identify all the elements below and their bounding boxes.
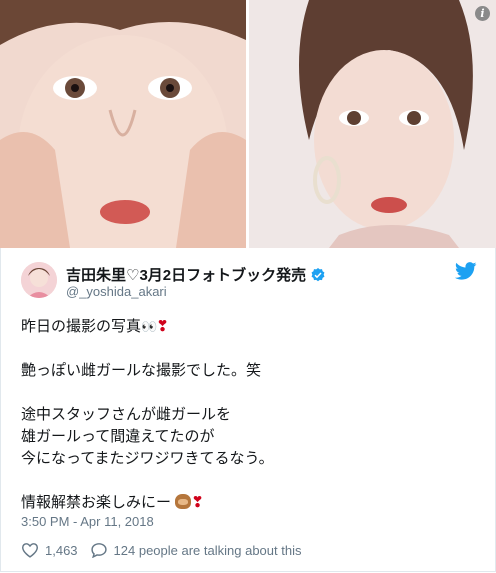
twitter-bird-icon[interactable] [455,262,477,280]
tweet-card: 吉田朱里♡3月2日フォトブック発売 @_yoshida_akari 昨日の撮影の… [0,248,496,572]
display-name-text: 吉田朱里♡3月2日フォトブック発売 [66,267,307,284]
avatar-image [21,262,57,298]
tweet-stats: 1,463 124 people are talking about this [21,542,301,558]
info-icon[interactable]: i [475,6,490,21]
tweet-line-2: 艶っぽい雌ガールな撮影でした。笑 [21,362,262,379]
tweet-line-6: 情報解禁お楽しみにー ❣ [21,492,471,514]
eyes-emoji-icon: 👀 [141,319,157,334]
photo-right[interactable]: i [249,0,496,248]
verified-badge-icon [311,267,325,281]
tweet-line-3: 途中スタッフさんが雌ガールを [21,406,232,423]
user-handle[interactable]: @_yoshida_akari [66,284,167,299]
avatar[interactable] [21,262,57,298]
photo-right-image [249,0,496,248]
tweet-line-1-text: 昨日の撮影の写真 [21,318,142,335]
like-count[interactable]: 1,463 [45,543,78,558]
photo-left-image [0,0,246,248]
talking-count[interactable]: 124 people are talking about this [114,543,302,558]
photo-strip: i [0,0,496,248]
tweet-line-4: 雄ガールって間違えてたのが [21,428,215,445]
heart-exclamation-icon: ❣ [191,494,204,511]
heart-exclamation-icon: ❣ [156,318,169,335]
speech-bubble-icon[interactable] [90,542,108,558]
photo-left[interactable] [0,0,246,248]
tweet-line-5: 今になってまたジワジワきてるなう。 [21,450,274,467]
tweet-text: 昨日の撮影の写真👀❣ 艶っぽい雌ガールな撮影でした。笑 途中スタッフさんが雌ガー… [21,316,471,514]
tweet-timestamp[interactable]: 3:50 PM - Apr 11, 2018 [21,514,154,529]
see-no-evil-monkey-icon [175,494,192,509]
display-name[interactable]: 吉田朱里♡3月2日フォトブック発売 [66,264,326,285]
heart-outline-icon[interactable] [21,542,39,558]
tweet-line-6-text: 情報解禁お楽しみにー [21,494,172,511]
tweet-line-1: 昨日の撮影の写真👀❣ [21,316,471,338]
